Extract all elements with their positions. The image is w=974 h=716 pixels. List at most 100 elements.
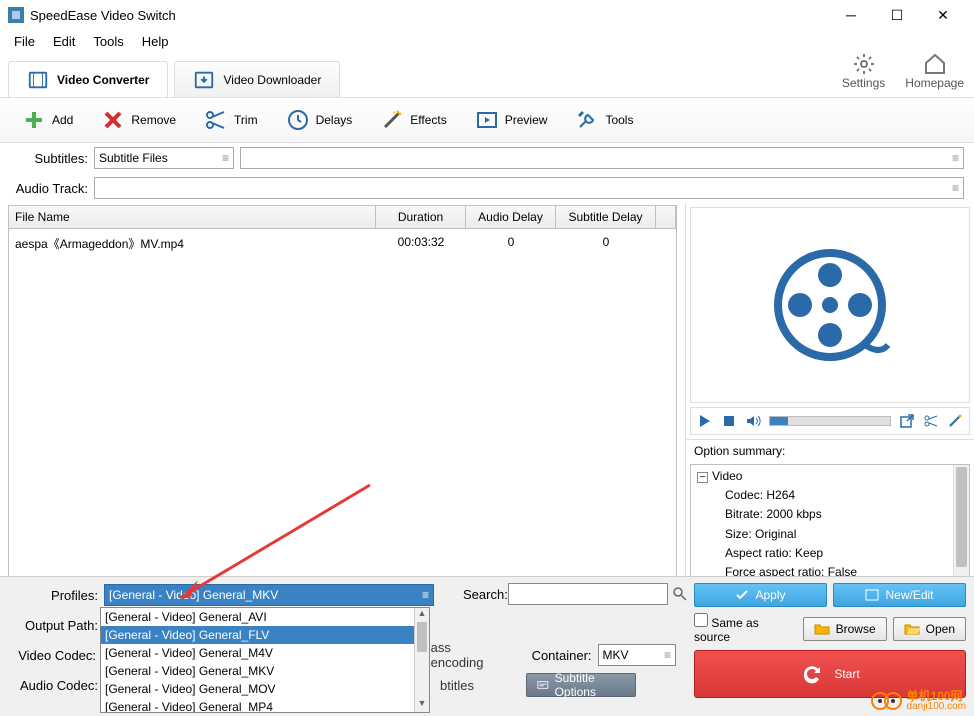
dropdown-item[interactable]: [General - Video] General_MOV bbox=[101, 680, 429, 698]
hamburger-icon: ≡ bbox=[222, 151, 229, 165]
plus-icon bbox=[22, 108, 46, 132]
preview-area bbox=[690, 207, 970, 403]
reel-icon bbox=[770, 245, 890, 365]
popout-icon[interactable] bbox=[899, 413, 915, 429]
tools-button[interactable]: Tools bbox=[563, 104, 645, 136]
collapse-icon[interactable]: − bbox=[697, 472, 708, 483]
dropdown-item[interactable]: [General - Video] General_MP4 bbox=[101, 698, 429, 713]
wand-icon bbox=[380, 108, 404, 132]
profiles-dropdown[interactable]: [General - Video] General_AVI[General - … bbox=[100, 607, 430, 713]
cell-subtitle-delay: 0 bbox=[556, 229, 656, 258]
dropdown-item[interactable]: [General - Video] General_AVI bbox=[101, 608, 429, 626]
dropdown-item[interactable]: [General - Video] General_FLV bbox=[101, 626, 429, 644]
folder-open-icon bbox=[904, 623, 920, 635]
window-title: SpeedEase Video Switch bbox=[30, 8, 828, 23]
subtitle-options-button[interactable]: Subtitle Options bbox=[526, 673, 636, 697]
audio-track-combo[interactable]: ≡ bbox=[94, 177, 964, 199]
apply-button[interactable]: Apply bbox=[694, 583, 827, 607]
subtitles-label: Subtitles: bbox=[10, 151, 88, 166]
tree-leaf: Size: Original bbox=[693, 525, 967, 544]
hamburger-icon: ≡ bbox=[952, 151, 959, 165]
new-edit-button[interactable]: New/Edit bbox=[833, 583, 966, 607]
app-icon bbox=[8, 7, 24, 23]
top-right-buttons: Settings Homepage bbox=[842, 52, 964, 90]
play-icon[interactable] bbox=[697, 413, 713, 429]
delays-button[interactable]: Delays bbox=[274, 104, 365, 136]
audio-codec-label: Audio Codec: bbox=[10, 678, 98, 693]
tab-video-downloader[interactable]: Video Downloader bbox=[174, 61, 340, 97]
right-pane: Option summary: −Video Codec: H264 Bitra… bbox=[686, 203, 974, 593]
option-summary-title: Option summary: bbox=[686, 439, 974, 462]
col-filename[interactable]: File Name bbox=[9, 206, 376, 228]
download-icon bbox=[193, 69, 215, 91]
scroll-down-icon[interactable]: ▼ bbox=[415, 698, 429, 712]
tab-video-converter[interactable]: Video Converter bbox=[8, 61, 168, 97]
browse-button[interactable]: Browse bbox=[803, 617, 887, 641]
homepage-button[interactable]: Homepage bbox=[905, 52, 964, 90]
audio-track-row: Audio Track: ≡ bbox=[0, 173, 974, 203]
tree-leaf: Bitrate: 2000 kbps bbox=[693, 505, 967, 524]
clock-icon bbox=[286, 108, 310, 132]
profiles-label: Profiles: bbox=[10, 588, 98, 603]
titlebar: SpeedEase Video Switch ─ ☐ ✕ bbox=[0, 0, 974, 30]
scroll-up-icon[interactable]: ▲ bbox=[415, 608, 429, 622]
menubar: File Edit Tools Help bbox=[0, 30, 974, 52]
wand-small-icon[interactable] bbox=[947, 413, 963, 429]
hamburger-icon: ≡ bbox=[422, 588, 429, 602]
left-pane: File Name Duration Audio Delay Subtitle … bbox=[0, 203, 686, 593]
hamburger-icon: ≡ bbox=[952, 181, 959, 195]
subtitles-file-combo[interactable]: ≡ bbox=[240, 147, 964, 169]
menu-help[interactable]: Help bbox=[134, 32, 177, 51]
subtitle-icon bbox=[537, 678, 549, 692]
profiles-combo[interactable]: [General - Video] General_MKV ≡ bbox=[104, 584, 434, 606]
settings-button[interactable]: Settings bbox=[842, 52, 885, 90]
remove-button[interactable]: Remove bbox=[89, 104, 188, 136]
menu-file[interactable]: File bbox=[6, 32, 43, 51]
pass-encoding-fragment: ass encoding bbox=[431, 640, 506, 670]
folder-icon bbox=[814, 623, 830, 635]
tree-scrollbar[interactable] bbox=[953, 465, 969, 590]
search-input[interactable] bbox=[508, 583, 668, 605]
subtitles-row: Subtitles: Subtitle Files ≡ ≡ bbox=[0, 143, 974, 173]
search-icon[interactable] bbox=[672, 586, 688, 602]
stop-icon[interactable] bbox=[721, 413, 737, 429]
watermark: 单机100网 danji100.com bbox=[871, 690, 966, 712]
table-row[interactable]: aespa《Armageddon》MV.mp4 00:03:32 0 0 bbox=[9, 229, 676, 258]
search-label: Search: bbox=[463, 587, 508, 602]
home-icon bbox=[923, 52, 947, 76]
col-subtitle-delay[interactable]: Subtitle Delay bbox=[556, 206, 656, 228]
option-tree[interactable]: −Video Codec: H264 Bitrate: 2000 kbps Si… bbox=[690, 464, 970, 591]
volume-icon[interactable] bbox=[745, 413, 761, 429]
col-audio-delay[interactable]: Audio Delay bbox=[466, 206, 556, 228]
dropdown-item[interactable]: [General - Video] General_M4V bbox=[101, 644, 429, 662]
close-button[interactable]: ✕ bbox=[920, 0, 966, 30]
subtitles-combo[interactable]: Subtitle Files ≡ bbox=[94, 147, 234, 169]
col-duration[interactable]: Duration bbox=[376, 206, 466, 228]
trim-button[interactable]: Trim bbox=[192, 104, 270, 136]
minimize-button[interactable]: ─ bbox=[828, 0, 874, 30]
media-bar bbox=[690, 407, 970, 435]
progress-bar[interactable] bbox=[769, 416, 891, 426]
bottom-panel: Profiles: [General - Video] General_MKV … bbox=[0, 576, 974, 716]
toolbar: Add Remove Trim Delays Effects Preview T… bbox=[0, 98, 974, 143]
dropdown-scrollbar[interactable]: ▲ ▼ bbox=[414, 608, 429, 712]
open-button[interactable]: Open bbox=[893, 617, 966, 641]
cell-audio-delay: 0 bbox=[466, 229, 556, 258]
hamburger-icon: ≡ bbox=[664, 648, 671, 662]
subtitles-fragment: btitles bbox=[440, 678, 474, 693]
tree-video-node[interactable]: −Video bbox=[693, 467, 967, 486]
dropdown-item[interactable]: [General - Video] General_MKV bbox=[101, 662, 429, 680]
effects-button[interactable]: Effects bbox=[368, 104, 458, 136]
same-as-source-checkbox[interactable]: Same as source bbox=[694, 613, 797, 644]
add-button[interactable]: Add bbox=[10, 104, 85, 136]
cut-icon[interactable] bbox=[923, 413, 939, 429]
maximize-button[interactable]: ☐ bbox=[874, 0, 920, 30]
watermark-line2: danji100.com bbox=[907, 702, 966, 712]
preview-icon bbox=[475, 108, 499, 132]
container-combo[interactable]: MKV ≡ bbox=[598, 644, 676, 666]
audio-track-label: Audio Track: bbox=[10, 181, 88, 196]
preview-button[interactable]: Preview bbox=[463, 104, 560, 136]
scissors-icon bbox=[204, 108, 228, 132]
menu-tools[interactable]: Tools bbox=[85, 32, 131, 51]
menu-edit[interactable]: Edit bbox=[45, 32, 83, 51]
